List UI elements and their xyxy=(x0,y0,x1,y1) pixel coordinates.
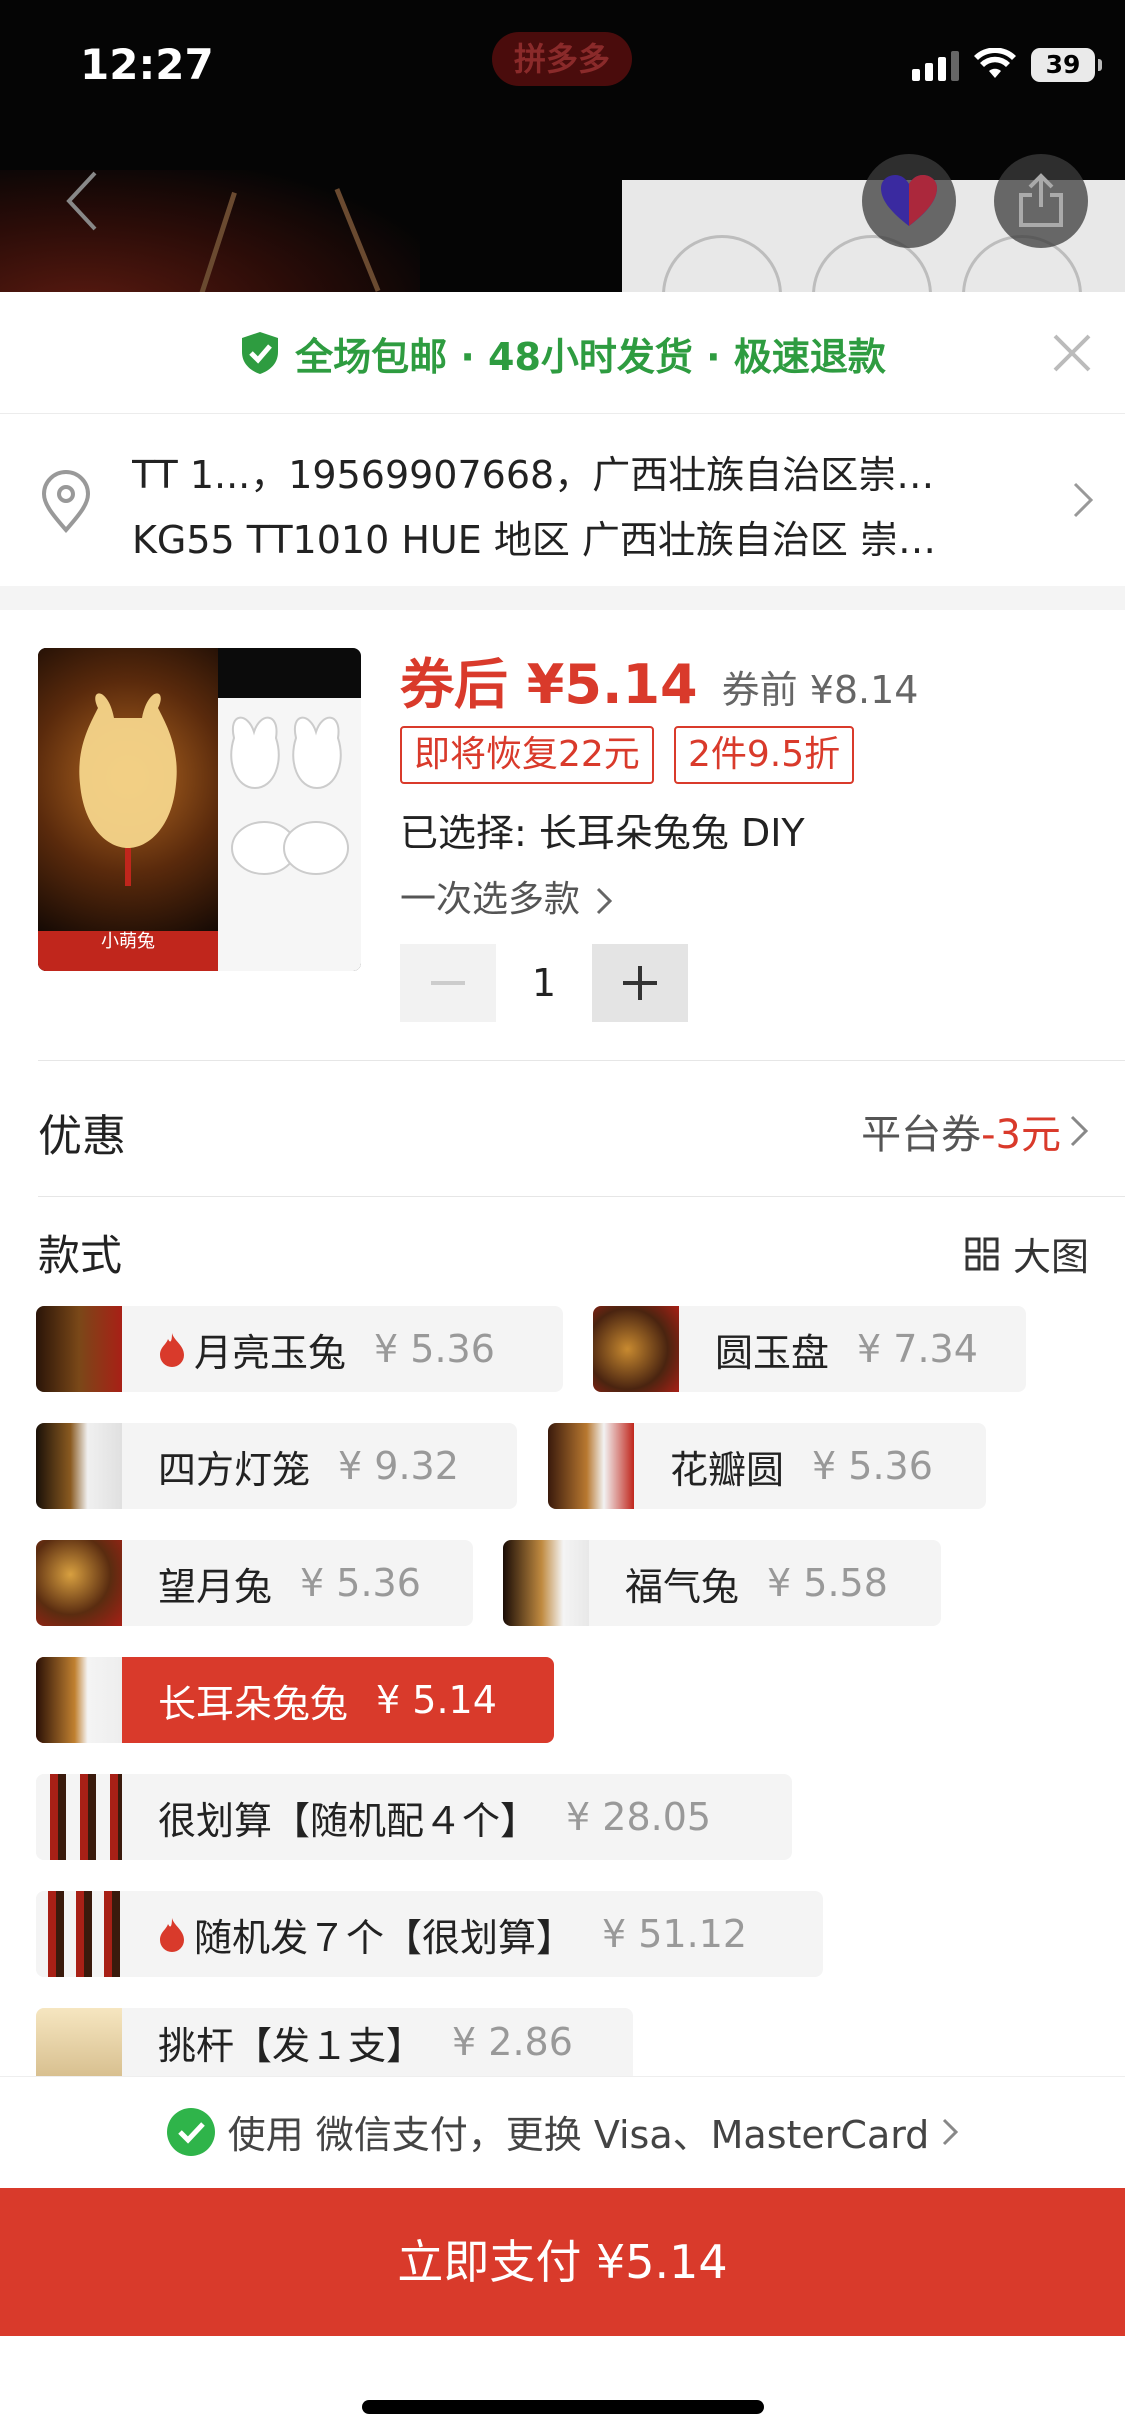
decrease-button[interactable] xyxy=(400,944,496,1022)
fire-icon xyxy=(160,1333,184,1367)
shield-check-icon xyxy=(242,332,279,374)
pay-now-button[interactable]: 立即支付 ¥5.14 xyxy=(0,2188,1125,2336)
option-label: 挑杆【发１支】 xyxy=(158,2023,425,2068)
style-option-random-pack-7[interactable]: 随机发７个【很划算】 ¥ 51.12 xyxy=(36,1891,823,1977)
status-icons: 39 xyxy=(912,40,1102,90)
home-indicator xyxy=(362,2400,764,2414)
multi-select-label: 一次选多款 xyxy=(400,879,581,920)
option-label: 长耳朵兔兔 xyxy=(158,1681,349,1726)
style-option-long-ear-rabbit[interactable]: 长耳朵兔兔 ¥ 5.14 xyxy=(36,1657,554,1743)
product-thumbnail[interactable]: 小萌兔 xyxy=(38,648,361,971)
option-price: ¥ 5.36 xyxy=(300,1561,421,1605)
wifi-icon xyxy=(974,48,1016,78)
option-thumbnail xyxy=(36,1306,122,1392)
option-thumbnail xyxy=(36,1774,122,1860)
option-label: 随机发７个【很划算】 xyxy=(194,1915,575,1960)
option-label: 很划算【随机配４个】 xyxy=(158,1798,539,1843)
big-image-label: 大图 xyxy=(1012,1235,1089,1279)
battery-icon: 39 xyxy=(1031,48,1102,82)
banner-text: 全场包邮 · 48小时发货 · 极速退款 xyxy=(295,334,886,379)
service-banner: 全场包邮 · 48小时发货 · 极速退款 xyxy=(0,292,1125,414)
close-icon[interactable] xyxy=(1045,326,1099,380)
option-price: ¥ 5.36 xyxy=(374,1327,495,1371)
style-option-fortune-rabbit[interactable]: 福气兔 ¥ 5.58 xyxy=(503,1540,941,1626)
quantity-stepper: 1 xyxy=(400,944,688,1022)
chevron-right-icon xyxy=(1070,1115,1089,1147)
option-label: 月亮玉兔 xyxy=(194,1330,347,1375)
platform-coupon[interactable]: 平台券 -3元 xyxy=(861,1102,1089,1160)
selected-variant: 已选择: 长耳朵兔兔 DIY xyxy=(400,811,805,855)
style-option-moon-gazing-rabbit[interactable]: 望月兔 ¥ 5.36 xyxy=(36,1540,473,1626)
style-option-value-pack-4[interactable]: 很划算【随机配４个】 ¥ 28.05 xyxy=(36,1774,792,1860)
style-option-pole[interactable]: 挑杆【发１支】 ¥ 2.86 xyxy=(36,2008,633,2076)
option-price: ¥ 5.36 xyxy=(812,1444,933,1488)
option-price: ¥ 7.34 xyxy=(857,1327,978,1371)
option-label: 花瓣圆 xyxy=(670,1447,785,1492)
option-thumbnail xyxy=(36,1423,122,1509)
section-gap xyxy=(0,586,1125,610)
option-label: 望月兔 xyxy=(158,1564,273,1609)
share-icon xyxy=(1019,173,1063,227)
favorite-button[interactable] xyxy=(862,154,956,248)
option-price: ¥ 2.86 xyxy=(452,2020,573,2064)
payment-method[interactable]: 使用 微信支付，更换 Visa、MasterCard xyxy=(0,2076,1125,2186)
style-option-square-lantern[interactable]: 四方灯笼 ¥ 9.32 xyxy=(36,1423,517,1509)
option-price: ¥ 5.14 xyxy=(376,1678,497,1722)
option-thumbnail xyxy=(36,1891,122,1977)
option-thumbnail xyxy=(36,1657,122,1743)
back-button[interactable] xyxy=(36,154,130,248)
grid-icon xyxy=(965,1237,999,1270)
restore-price-badge: 即将恢复22元 xyxy=(400,726,654,784)
price-after-coupon: 券后 ¥5.14 xyxy=(400,653,698,716)
option-thumbnail xyxy=(36,2008,122,2076)
divider xyxy=(38,1196,1125,1197)
signal-icon xyxy=(912,49,959,81)
option-thumbnail xyxy=(503,1540,589,1626)
order-sheet: 全场包邮 · 48小时发货 · 极速退款 TT 1...，19569907668… xyxy=(0,292,1125,2436)
share-button[interactable] xyxy=(994,154,1088,248)
style-option-round-jade[interactable]: 圆玉盘 ¥ 7.34 xyxy=(593,1306,1026,1392)
chevron-left-icon xyxy=(66,171,97,231)
quantity-value[interactable]: 1 xyxy=(496,944,592,1022)
address-line-2: KG55 TT1010 HUE 地区 广西壮族自治区 崇… xyxy=(132,518,936,562)
minus-icon xyxy=(431,981,465,985)
shipping-address[interactable]: TT 1...，19569907668，广西壮族自治区崇… KG55 TT101… xyxy=(0,414,1125,586)
option-label: 圆玉盘 xyxy=(715,1330,830,1375)
option-price: ¥ 9.32 xyxy=(338,1444,459,1488)
price-before-coupon: 券前 ¥8.14 xyxy=(721,668,919,712)
increase-button[interactable] xyxy=(592,944,688,1022)
chevron-right-icon xyxy=(1073,482,1094,518)
wechat-pay-icon xyxy=(166,2107,215,2156)
address-line-1: TT 1...，19569907668，广西壮族自治区崇… xyxy=(132,453,935,497)
option-thumbnail xyxy=(593,1306,679,1392)
option-thumbnail xyxy=(548,1423,634,1509)
option-label: 四方灯笼 xyxy=(158,1447,311,1492)
discount-badge: 2件9.5折 xyxy=(674,726,855,784)
multi-select-link[interactable]: 一次选多款 xyxy=(400,870,613,922)
style-section-title: 款式 xyxy=(38,1231,123,1280)
option-price: ¥ 28.05 xyxy=(566,1795,712,1839)
price-row: 券后 ¥5.14 券前 ¥8.14 xyxy=(400,640,918,719)
option-price: ¥ 51.12 xyxy=(602,1912,748,1956)
thumbnail-tag: 小萌兔 xyxy=(38,931,218,971)
style-option-petal-round[interactable]: 花瓣圆 ¥ 5.36 xyxy=(548,1423,986,1509)
coupon-amount: -3元 xyxy=(981,1112,1061,1158)
location-pin-icon xyxy=(41,470,91,534)
divider xyxy=(38,1060,1125,1061)
option-price: ¥ 5.58 xyxy=(767,1561,888,1605)
promo-title: 优惠 xyxy=(38,1111,126,1162)
status-time: 12:27 xyxy=(80,40,214,89)
heart-icon xyxy=(881,175,937,226)
payment-method-text: 使用 微信支付，更换 Visa、MasterCard xyxy=(227,2113,930,2157)
plus-icon xyxy=(623,966,657,1000)
style-option-moon-rabbit[interactable]: 月亮玉兔 ¥ 5.36 xyxy=(36,1306,563,1392)
fire-icon xyxy=(160,1918,184,1952)
app-logo: 拼多多 xyxy=(492,32,632,86)
option-label: 福气兔 xyxy=(625,1564,740,1609)
big-image-toggle[interactable]: 大图 xyxy=(965,1226,1089,1281)
option-thumbnail xyxy=(36,1540,122,1626)
chevron-right-icon xyxy=(597,887,613,915)
chevron-right-icon xyxy=(943,2118,959,2145)
coupon-label: 平台券 xyxy=(861,1112,982,1158)
